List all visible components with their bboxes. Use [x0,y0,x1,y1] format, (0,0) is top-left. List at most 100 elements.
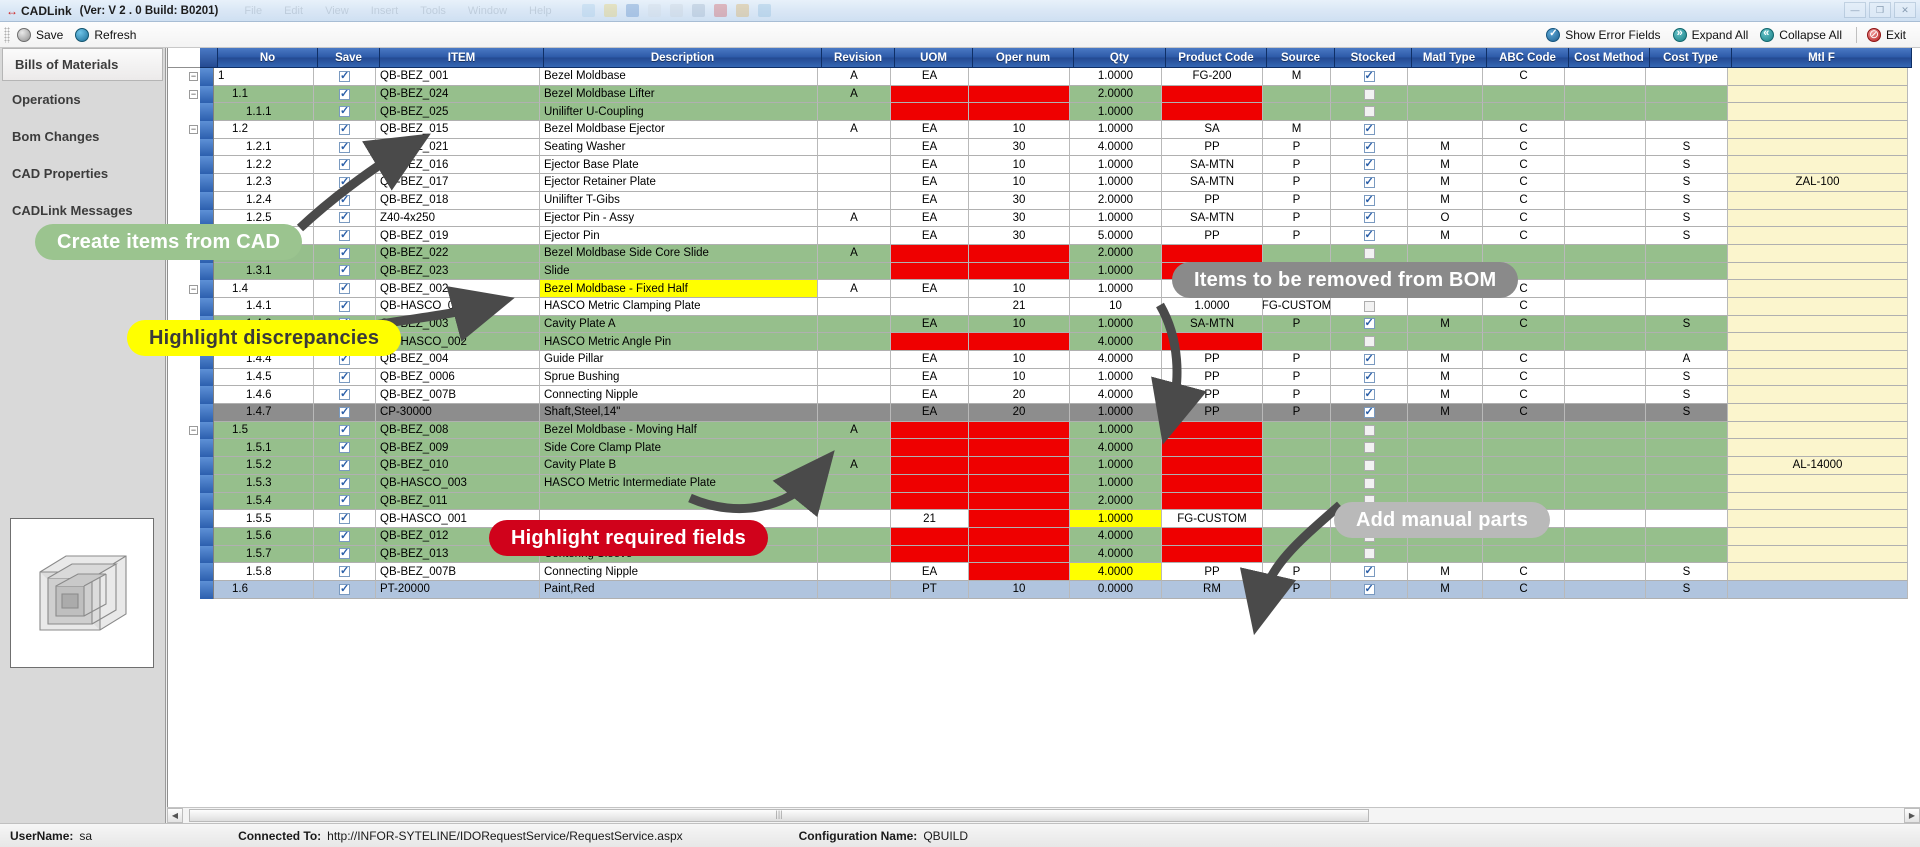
cell-revision[interactable] [818,545,891,564]
cell-productcode[interactable]: PP [1162,138,1263,157]
cell-no[interactable]: 1 [214,68,314,86]
cell-revision[interactable] [818,227,891,245]
table-row[interactable]: QB-BEZ_019Ejector PinEA305.0000PPPMCS [168,227,1920,245]
new-icon[interactable] [581,4,595,17]
column-header-matltype[interactable]: Matl Type [1412,48,1487,68]
stocked-checkbox[interactable] [1363,228,1375,242]
cell-opernum[interactable] [969,527,1070,546]
collapse-row-icon[interactable]: − [189,284,198,294]
cell-stocked[interactable] [1331,421,1408,440]
cell-qty[interactable]: 1.0000 [1070,510,1162,528]
cell-productcode[interactable] [1162,103,1263,122]
cell-productcode[interactable]: SA-MTN [1162,315,1263,334]
cell-stocked[interactable] [1331,439,1408,458]
stocked-checkbox[interactable] [1363,424,1375,436]
stocked-checkbox[interactable] [1363,370,1375,383]
cell-abccode[interactable]: C [1483,174,1565,192]
table-row[interactable]: 1.4.5QB-BEZ_0006Sprue BushingEA101.0000P… [168,368,1920,387]
cell-productcode[interactable]: PP [1162,368,1263,387]
stocked-checkbox[interactable] [1363,387,1375,401]
cell-revision[interactable] [818,563,891,581]
cell-abccode[interactable]: C [1483,386,1565,405]
cell-revision[interactable]: A [818,280,891,298]
menu-item-insert[interactable]: Insert [371,5,399,17]
cell-abccode[interactable] [1483,545,1565,564]
stocked-checkbox[interactable] [1363,175,1375,188]
cell-item[interactable]: QB-BEZ_024 [376,85,540,104]
cell-mtlf[interactable] [1728,351,1908,369]
cell-mtlf[interactable] [1728,244,1908,263]
cell-no[interactable]: 1.4 [214,280,314,298]
cell-abccode[interactable]: C [1483,563,1565,581]
table-row[interactable]: 1.3.1 QB-BEZ_023Slide 1.0000 [168,262,1920,281]
cell-costtype[interactable] [1646,439,1728,458]
menu-bar[interactable]: File Edit View Insert Tools Window Help [244,5,551,17]
cell-revision[interactable]: A [818,68,891,86]
row-selector-marker[interactable] [200,563,214,581]
stop-icon[interactable] [713,4,727,17]
cell-save[interactable] [314,545,376,564]
cell-matltype[interactable] [1408,121,1483,139]
cell-revision[interactable] [818,510,891,528]
column-header-uom[interactable]: UOM [895,48,973,68]
cell-stocked[interactable] [1331,156,1408,175]
cell-uom[interactable] [891,262,969,281]
cell-opernum[interactable] [969,333,1070,351]
row-selector-marker[interactable] [200,457,214,475]
cell-no[interactable]: 1.4.6 [214,386,314,405]
cell-productcode[interactable] [1162,492,1263,511]
cell-no[interactable]: 1.1 [214,85,314,104]
horizontal-scrollbar[interactable]: ◀ ▶ [167,807,1920,823]
row-selector-marker[interactable] [200,68,214,86]
cell-item[interactable]: QB-BEZ_007B [376,386,540,405]
save-checkbox[interactable] [339,210,350,224]
save-checkbox[interactable] [339,440,350,454]
cell-item[interactable]: QB-BEZ_009 [376,439,540,458]
cell-productcode[interactable]: SA-MTN [1162,209,1263,228]
menu-item-edit[interactable]: Edit [284,5,303,17]
cell-description[interactable]: Bezel Moldbase Lifter [540,85,818,104]
cell-item[interactable]: QB-BEZ_008 [376,421,540,440]
table-row[interactable]: − 1.1 QB-BEZ_024Bezel Moldbase LifterA 2.00… [168,85,1920,104]
cell-productcode[interactable]: 1.0000 [1162,297,1263,316]
row-selector-marker[interactable] [200,85,214,104]
row-selector-marker[interactable] [200,492,214,511]
stocked-checkbox[interactable] [1363,106,1375,118]
cell-item[interactable]: QB-HASCO_003 [376,474,540,493]
cell-qty[interactable]: 1.0000 [1070,156,1162,175]
cell-costtype[interactable]: S [1646,138,1728,157]
row-selector-marker[interactable] [200,262,214,281]
stocked-checkbox[interactable] [1363,336,1375,348]
cell-costmethod[interactable] [1565,85,1646,104]
cell-opernum[interactable] [969,262,1070,281]
cell-costtype[interactable] [1646,297,1728,316]
cell-no[interactable]: 1.6 [214,580,314,599]
cell-revision[interactable] [818,368,891,387]
cell-opernum[interactable]: 20 [969,404,1070,422]
cell-abccode[interactable]: C [1483,315,1565,334]
cell-uom[interactable] [891,85,969,104]
cell-matltype[interactable] [1408,85,1483,104]
cell-opernum[interactable]: 10 [969,280,1070,298]
cell-abccode[interactable]: C [1483,227,1565,245]
cell-abccode[interactable] [1483,333,1565,351]
cell-source[interactable]: FG-CUSTOM [1263,297,1331,316]
cell-qty[interactable]: 4.0000 [1070,333,1162,351]
cell-qty[interactable]: 4.0000 [1070,545,1162,564]
cell-item[interactable]: Z40-4x250 [376,209,540,228]
cell-save[interactable] [314,368,376,387]
cell-no[interactable]: 1.2.2 [214,156,314,175]
cell-uom[interactable] [891,439,969,458]
stocked-checkbox[interactable] [1363,157,1375,171]
quick-access-toolbar[interactable] [581,4,771,17]
table-row[interactable]: 1.4.2QB-BEZ_003Cavity Plate AEA101.0000S… [168,315,1920,334]
cell-description[interactable]: Sprue Bushing [540,368,818,387]
row-selector-marker[interactable] [200,527,214,546]
cell-mtlf[interactable] [1728,227,1908,245]
stocked-checkbox[interactable] [1363,477,1375,489]
cell-item[interactable]: QB-BEZ_017 [376,174,540,192]
cell-source[interactable] [1263,421,1331,440]
cell-costmethod[interactable] [1565,580,1646,599]
save-checkbox[interactable] [339,493,350,507]
cell-revision[interactable] [818,174,891,192]
